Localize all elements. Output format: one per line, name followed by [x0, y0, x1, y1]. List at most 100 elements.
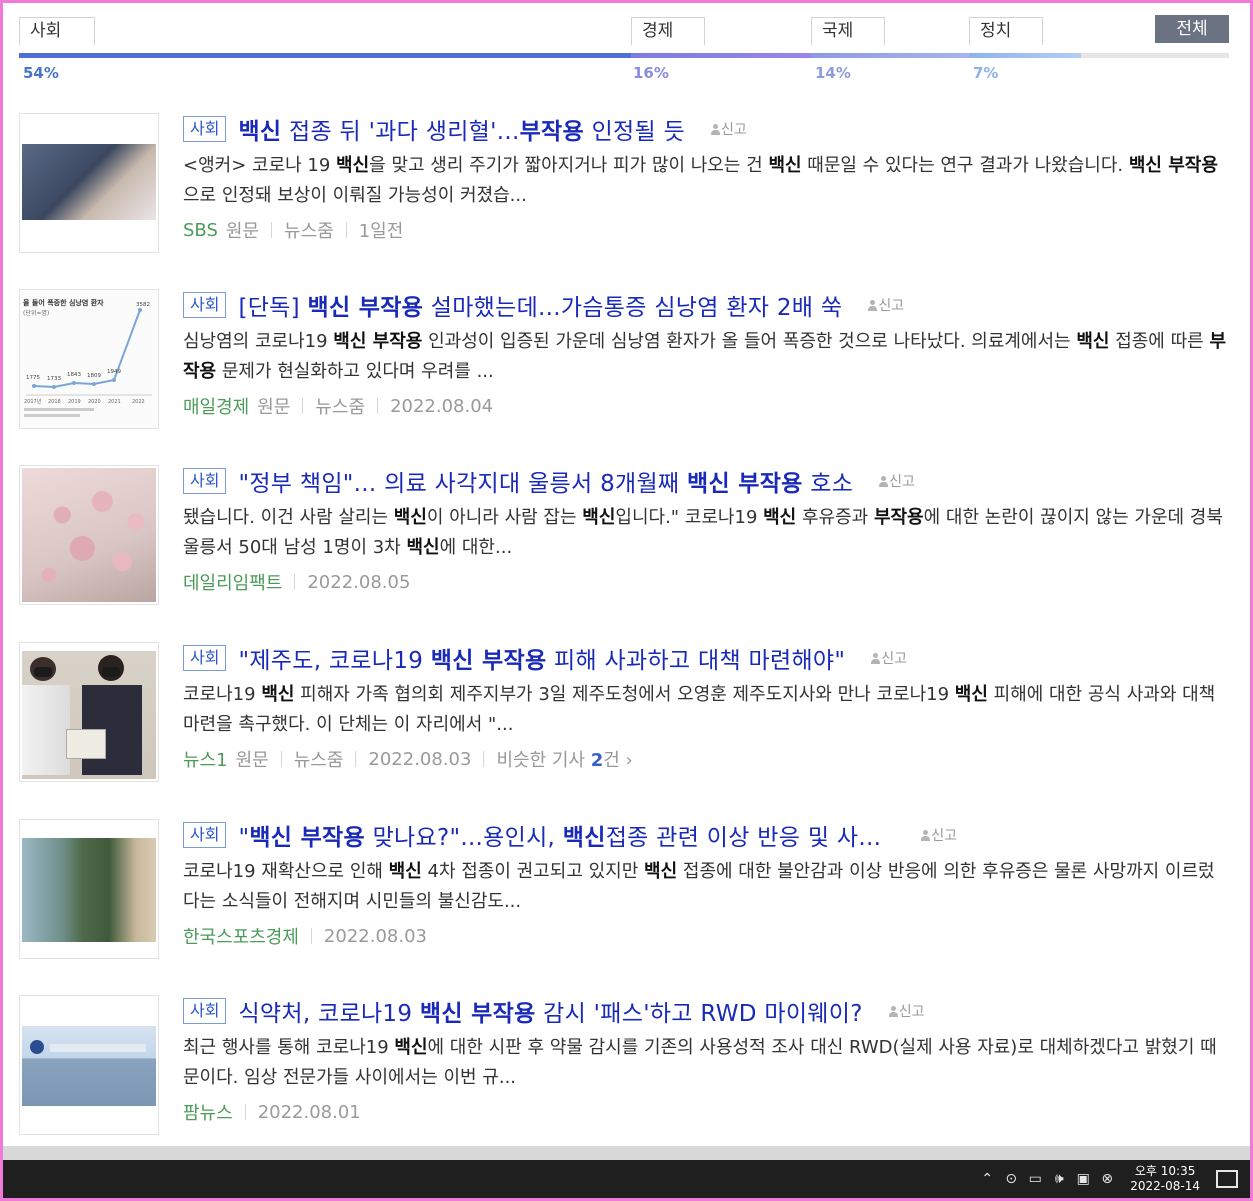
tab-international[interactable]: 국제 [811, 17, 885, 45]
category-badge: 사회 [183, 998, 227, 1024]
article-date: 2022.08.01 [257, 1101, 361, 1123]
chart-year: 2019 [68, 399, 81, 405]
article-summary[interactable]: 코로나19 백신 피해자 가족 협의회 제주지부가 3일 제주도청에서 오영훈 … [183, 680, 1229, 740]
keyword-highlight: 백신 [336, 155, 370, 176]
person-icon [888, 1005, 898, 1017]
keyword-highlight: 부작용 [519, 119, 584, 145]
text-run: 이 아니라 사람 잡는 [426, 507, 583, 528]
thumbnail[interactable] [19, 819, 159, 959]
segment-society [19, 53, 631, 58]
keyword-highlight: 백신 부작용 [1128, 155, 1218, 176]
text-run: " [238, 825, 250, 851]
report-button[interactable]: 신고 [871, 648, 907, 668]
press-name[interactable]: 한국스포츠경제 [183, 923, 299, 949]
keyword-highlight: 백신 부작용 [430, 648, 547, 674]
monitor-icon[interactable]: ▣ [1076, 1171, 1090, 1187]
keyword-highlight: 백신 부작용 [419, 1001, 536, 1027]
thumbnail[interactable] [19, 465, 159, 605]
thumbnail[interactable] [19, 995, 159, 1135]
article-title[interactable]: 식약처, 코로나19 백신 부작용 감시 '패스'하고 RWD 마이웨이? [238, 994, 862, 1028]
press-name[interactable]: 뉴스1 [183, 746, 228, 772]
person-icon [711, 123, 721, 135]
pct-international: 14% [815, 64, 851, 82]
text-run: 입니다." 코로나19 [615, 507, 764, 528]
sync-icon[interactable]: ⊙ [1004, 1171, 1018, 1187]
chart-year: 2020 [88, 399, 101, 405]
original-link[interactable]: 원문 [257, 393, 290, 419]
article-date: 2022.08.03 [368, 748, 472, 770]
newszoom-link[interactable]: 뉴스줌 [284, 217, 334, 243]
thumbnail[interactable] [19, 642, 159, 782]
tab-society[interactable]: 사회 [19, 17, 95, 45]
original-link[interactable]: 원문 [236, 746, 269, 772]
article-summary[interactable]: 코로나19 재확산으로 인해 백신 4차 접종이 권고되고 있지만 백신 접종에… [183, 857, 1229, 917]
segment-politics [969, 53, 1081, 58]
volume-icon[interactable]: 🕪 [1052, 1171, 1066, 1187]
keyword-highlight: 부작용 [873, 507, 924, 528]
report-button[interactable]: 신고 [879, 471, 915, 491]
thumbnail[interactable]: 올 들어 폭증한 심낭염 환자 (단위=명) 1775 1733 1843 18… [19, 289, 159, 429]
newszoom-link[interactable]: 뉴스줌 [315, 393, 365, 419]
news-item: 사회 식약처, 코로나19 백신 부작용 감시 '패스'하고 RWD 마이웨이?… [19, 995, 1229, 1145]
article-meta: 팜뉴스 2022.08.01 [183, 1099, 1229, 1125]
article-title[interactable]: "제주도, 코로나19 백신 부작용 피해 사과하고 대책 마련해야" [238, 641, 845, 675]
article-title[interactable]: 백신 접종 뒤 '과다 생리혈'...부작용 인정될 듯 [238, 112, 685, 146]
text-run: 심낭염의 코로나19 [183, 331, 334, 352]
text-run: 됐습니다. 이건 사람 살리는 [183, 507, 394, 528]
news-item: 사회 "제주도, 코로나19 백신 부작용 피해 사과하고 대책 마련해야" 신… [19, 642, 1229, 792]
text-run: 에 대한... [439, 537, 513, 558]
text-run: 피해자 가족 협의회 제주지부가 3일 제주도청에서 오영훈 제주도지사와 만나… [294, 684, 955, 705]
text-run: 접종 관련 이상 반응 및 사... [605, 825, 882, 851]
chevron-up-icon[interactable]: ⌃ [980, 1171, 994, 1187]
taskbar-clock[interactable]: 오후 10:35 2022-08-14 [1130, 1164, 1200, 1194]
category-badge: 사회 [183, 645, 227, 671]
article-title[interactable]: "백신 부작용 맞나요?"...용인시, 백신접종 관련 이상 반응 및 사..… [238, 818, 881, 852]
notification-icon[interactable] [1216, 1170, 1238, 1188]
similar-articles-link[interactable]: 비슷한 기사 2건 › [496, 746, 632, 772]
article-summary[interactable]: <앵커> 코로나 19 백신을 맞고 생리 주기가 짧아지거나 피가 많이 나오… [183, 151, 1229, 211]
text-run: 식약처, 코로나19 [238, 1001, 420, 1027]
keyword-highlight: 백신 [393, 507, 427, 528]
close-circle-icon[interactable]: ⊗ [1100, 1171, 1114, 1187]
horizontal-scrollbar[interactable] [3, 1146, 1250, 1160]
keyword-highlight: 백신 [261, 684, 295, 705]
article-title[interactable]: [단독] 백신 부작용 설마했는데...가슴통증 심낭염 환자 2배 쑥 [238, 288, 842, 322]
network-icon[interactable]: ▭ [1028, 1171, 1042, 1187]
article-summary[interactable]: 최근 행사를 통해 코로나19 백신에 대한 시판 후 약물 감시를 기존의 사… [183, 1033, 1229, 1093]
report-button[interactable]: 신고 [921, 825, 957, 845]
tab-all[interactable]: 전체 [1155, 15, 1229, 43]
text-run: 코로나19 [183, 684, 262, 705]
text-run: 접종 뒤 '과다 생리혈'... [281, 119, 520, 145]
category-badge: 사회 [183, 292, 227, 318]
keyword-highlight: 백신 부작용 [249, 825, 365, 851]
text-run: 피해 사과하고 대책 마련해야" [546, 648, 846, 674]
press-name[interactable]: 데일리임팩트 [183, 569, 282, 595]
person-icon [868, 299, 878, 311]
report-button[interactable]: 신고 [868, 295, 904, 315]
original-link[interactable]: 원문 [226, 217, 259, 243]
category-badge: 사회 [183, 468, 227, 494]
newszoom-link[interactable]: 뉴스줌 [294, 746, 344, 772]
thumbnail[interactable] [19, 113, 159, 253]
chart-unit: (단위=명) [23, 309, 49, 317]
keyword-highlight: 백신 부작용 [333, 331, 423, 352]
article-meta: 뉴스1 원문 뉴스줌 2022.08.03 비슷한 기사 2건 › [183, 746, 1229, 772]
chart-value: 1949 [107, 369, 121, 375]
press-name[interactable]: SBS [183, 220, 218, 241]
article-summary[interactable]: 됐습니다. 이건 사람 살리는 백신이 아니라 사람 잡는 백신입니다." 코로… [183, 503, 1229, 563]
article-title[interactable]: "정부 책임"... 의료 사각지대 울릉서 8개월째 백신 부작용 호소 [238, 464, 853, 498]
press-name[interactable]: 팜뉴스 [183, 1099, 233, 1125]
article-summary[interactable]: 심낭염의 코로나19 백신 부작용 인과성이 입증된 가운데 심낭염 환자가 올… [183, 327, 1229, 387]
tab-economy[interactable]: 경제 [631, 17, 705, 45]
keyword-highlight: 백신 [644, 861, 678, 882]
report-button[interactable]: 신고 [711, 119, 747, 139]
press-name[interactable]: 매일경제 [183, 393, 249, 419]
article-date: 1일전 [358, 221, 404, 242]
pct-society: 54% [23, 64, 59, 82]
person-icon [921, 829, 931, 841]
chart-value: 1809 [87, 373, 101, 379]
building-photo [22, 1026, 156, 1106]
tab-politics[interactable]: 정치 [969, 17, 1043, 45]
report-button[interactable]: 신고 [888, 1001, 925, 1021]
chart-year: 2021 [108, 399, 121, 405]
